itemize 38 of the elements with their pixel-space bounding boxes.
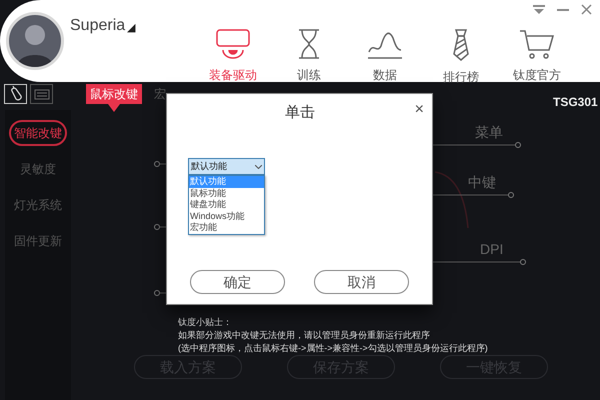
- dropdown-option[interactable]: 键盘功能: [189, 199, 264, 210]
- leader-line: [154, 290, 166, 296]
- close-icon[interactable]: [581, 4, 592, 15]
- chevron-icon: [255, 164, 262, 168]
- hourglass-icon: [297, 28, 321, 60]
- button-label: 中键: [468, 174, 496, 190]
- dropdown-option[interactable]: 宏功能: [189, 222, 264, 234]
- nav-tab[interactable]: 训练: [281, 28, 337, 86]
- dropdown-option[interactable]: Windows功能: [189, 210, 264, 222]
- tip-text: 钛度小贴士：: [178, 316, 233, 329]
- cart-icon: [519, 28, 555, 60]
- nav-tab[interactable]: 装备驱动: [205, 28, 261, 86]
- sidebar-item[interactable]: 智能改键: [9, 120, 67, 146]
- nav-tab[interactable]: 数据: [357, 28, 413, 86]
- model-name: TSG301: [553, 94, 598, 111]
- tie-icon: [451, 28, 471, 62]
- tip-text: 如果部分游戏中改键无法使用，请以管理员身份重新运行此程序: [178, 329, 431, 342]
- minimize-icon[interactable]: [557, 8, 569, 10]
- mouse-icon: [8, 86, 22, 102]
- user-name: Superia: [70, 16, 126, 36]
- close-button[interactable]: ×: [414, 102, 424, 118]
- dialog-title: 单击: [284, 103, 316, 123]
- device-icon: [215, 28, 251, 60]
- leader-line: [154, 224, 166, 230]
- dialog-button[interactable]: 确定: [190, 270, 285, 294]
- dialog-button[interactable]: 取消: [314, 270, 409, 294]
- function-select[interactable]: 默认功能: [188, 158, 265, 175]
- tip-text: (选中程序图标，点击鼠标右键->属性->兼容性->勾选以管理员身份运行此程序): [178, 342, 488, 355]
- dropdown-caret[interactable]: ◢: [127, 20, 136, 36]
- nav-tab[interactable]: 钛度官方: [509, 28, 565, 86]
- keyboard-icon: [34, 88, 50, 100]
- button-label: 菜单: [475, 124, 503, 140]
- pointer-icon: [108, 104, 120, 112]
- button-label: DPI: [480, 241, 504, 257]
- nav-tab[interactable]: 排行榜: [433, 28, 489, 86]
- menu-icon[interactable]: [533, 4, 545, 14]
- dropdown-option[interactable]: 鼠标功能: [189, 188, 264, 199]
- leader-line: [154, 161, 166, 167]
